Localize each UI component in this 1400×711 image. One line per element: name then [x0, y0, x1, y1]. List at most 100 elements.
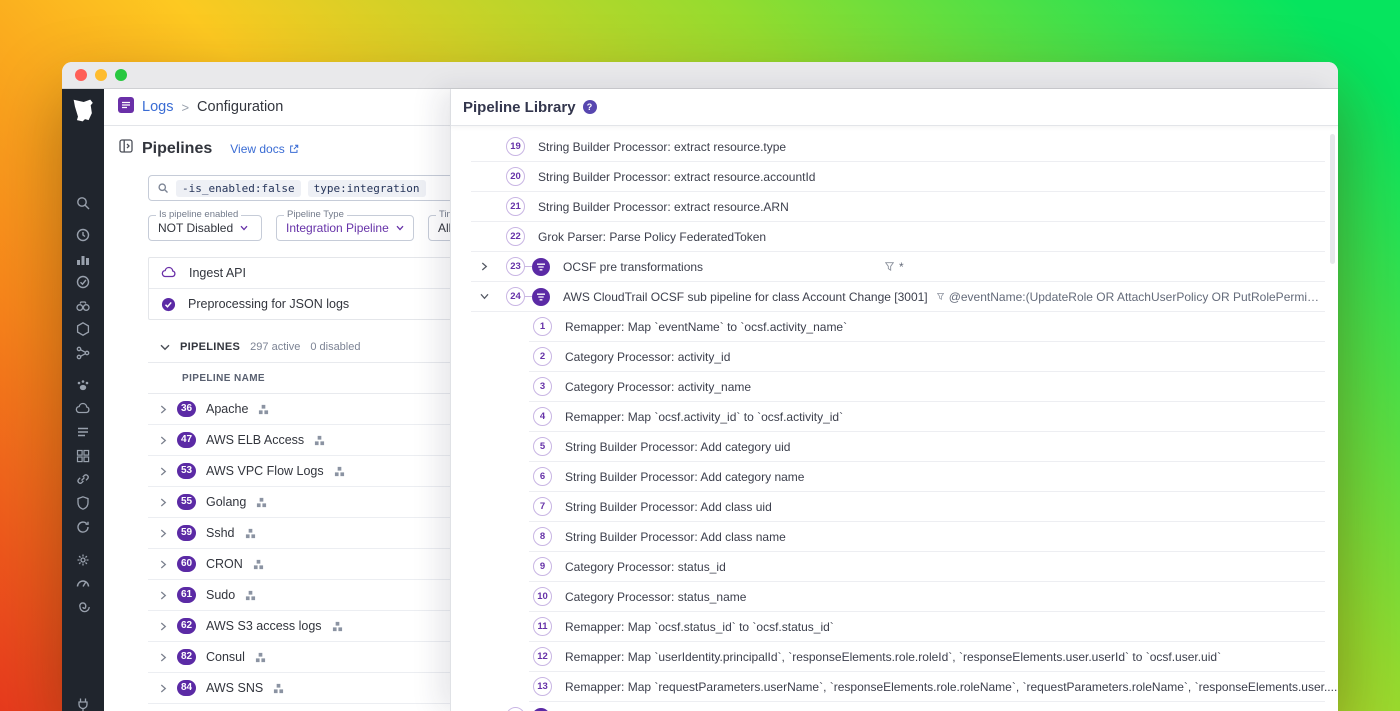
datadog-logo-icon[interactable] [69, 96, 97, 124]
pipeline-name[interactable]: AWS VPC Flow Logs [206, 464, 324, 478]
processor-label: Remapper: Map `eventName` to `ocsf.activ… [565, 320, 847, 334]
dashboards-icon[interactable] [75, 448, 91, 464]
processor-number-badge: 7 [533, 497, 552, 516]
pipeline-count-badge: 62 [177, 618, 196, 634]
cloud-icon [161, 265, 177, 281]
search-icon[interactable] [75, 195, 91, 211]
chevron-right-icon[interactable] [160, 653, 167, 662]
processor-row[interactable]: 19 String Builder Processor: extract res… [471, 132, 1325, 162]
zoom-window-button[interactable] [115, 69, 127, 81]
processor-label: Category Processor: status_name [565, 590, 746, 604]
chevron-right-icon[interactable] [160, 529, 167, 538]
cloud-icon[interactable] [75, 401, 91, 417]
pipeline-name[interactable]: Apache [206, 402, 248, 416]
watchdog-icon[interactable] [75, 298, 91, 314]
minimize-window-button[interactable] [95, 69, 107, 81]
plugin-icon[interactable] [75, 696, 91, 711]
chevron-right-icon[interactable] [160, 436, 167, 445]
search-token[interactable]: type:integration [308, 180, 426, 197]
integrations-icon[interactable] [75, 471, 91, 487]
app-sidebar [62, 89, 104, 711]
processor-row[interactable]: 12 Remapper: Map `userIdentity.principal… [529, 642, 1325, 672]
gauge-icon[interactable] [75, 575, 91, 591]
processor-label: Remapper: Map `requestParameters.userNam… [565, 680, 1337, 694]
list-item-label[interactable]: Preprocessing for JSON logs [188, 297, 349, 311]
panel-toggle-icon[interactable] [118, 138, 134, 159]
processor-number-badge: 9 [533, 557, 552, 576]
chevron-right-icon[interactable] [160, 684, 167, 693]
pipeline-name[interactable]: AWS S3 access logs [206, 619, 322, 633]
connector-line [525, 296, 532, 297]
pipeline-name[interactable]: Sshd [206, 526, 235, 540]
processor-row[interactable]: 5 String Builder Processor: Add category… [529, 432, 1325, 462]
processor-row[interactable]: 10 Category Processor: status_name [529, 582, 1325, 612]
is-pipeline-enabled-dropdown[interactable]: Is pipeline enabled NOT Disabled [148, 215, 262, 241]
settings-icon[interactable] [75, 552, 91, 568]
chevron-down-icon[interactable] [160, 344, 170, 351]
metrics-icon[interactable] [75, 251, 91, 267]
pipelines-icon[interactable] [75, 599, 91, 615]
subpipeline-label[interactable]: OCSF pre transformations [563, 260, 885, 274]
integration-icon [245, 528, 256, 539]
synthetics-icon[interactable] [75, 519, 91, 535]
pipeline-name[interactable]: AWS ELB Access [206, 433, 304, 447]
pipeline-type-dropdown[interactable]: Pipeline Type Integration Pipeline [276, 215, 414, 241]
external-link-icon [289, 144, 299, 154]
help-icon[interactable]: ? [583, 100, 597, 114]
processor-row[interactable]: 8 String Builder Processor: Add class na… [529, 522, 1325, 552]
chevron-down-icon [396, 225, 404, 231]
processor-row[interactable]: 6 String Builder Processor: Add category… [529, 462, 1325, 492]
paw-icon[interactable] [75, 377, 91, 393]
chevron-right-icon[interactable] [160, 622, 167, 631]
app-window: Logs > Configuration Pipelines View docs [62, 62, 1338, 711]
apm-icon[interactable] [75, 345, 91, 361]
view-docs-link[interactable]: View docs [230, 142, 298, 156]
breadcrumb-section[interactable]: Logs [142, 99, 173, 115]
close-window-button[interactable] [75, 69, 87, 81]
chevron-right-icon[interactable] [479, 262, 489, 272]
chevron-right-icon[interactable] [160, 591, 167, 600]
search-input[interactable]: -is_enabled:false type:integration [148, 175, 484, 201]
processor-row[interactable]: 20 String Builder Processor: extract res… [471, 162, 1325, 192]
processor-label: String Builder Processor: Add category n… [565, 470, 804, 484]
processor-row[interactable]: 13 Remapper: Map `requestParameters.user… [529, 672, 1325, 702]
view-docs-label[interactable]: View docs [230, 142, 284, 156]
security-icon[interactable] [75, 495, 91, 511]
subpipeline-label[interactable]: AWS CloudTrail OCSF sub pipeline for cla… [563, 290, 928, 304]
processor-row[interactable]: 1 Remapper: Map `eventName` to `ocsf.act… [529, 312, 1325, 342]
chevron-right-icon[interactable] [160, 560, 167, 569]
monitors-icon[interactable] [75, 274, 91, 290]
scrollbar-thumb[interactable] [1330, 134, 1335, 264]
pipeline-name[interactable]: CRON [206, 557, 243, 571]
subpipeline-row[interactable]: 24 AWS CloudTrail OCSF sub pipeline for … [471, 282, 1325, 312]
processor-row[interactable]: 4 Remapper: Map `ocsf.activity_id` to `o… [529, 402, 1325, 432]
pipeline-name[interactable]: AWS SNS [206, 681, 263, 695]
list-item-label[interactable]: Ingest API [189, 266, 246, 280]
search-token[interactable]: -is_enabled:false [176, 180, 301, 197]
dropdown-value[interactable]: Integration Pipeline [286, 221, 389, 235]
processor-label: Category Processor: status_id [565, 560, 726, 574]
pipeline-name[interactable]: Golang [206, 495, 246, 509]
processor-row[interactable]: 22 Grok Parser: Parse Policy FederatedTo… [471, 222, 1325, 252]
dropdown-value[interactable]: NOT Disabled [158, 221, 233, 235]
pipeline-count-badge: 55 [177, 494, 196, 510]
history-icon[interactable] [75, 227, 91, 243]
infrastructure-icon[interactable] [75, 321, 91, 337]
chevron-right-icon[interactable] [160, 405, 167, 414]
pipeline-name[interactable]: Consul [206, 650, 245, 664]
processor-row[interactable]: 11 Remapper: Map `ocsf.status_id` to `oc… [529, 612, 1325, 642]
processor-row[interactable]: 7 String Builder Processor: Add class ui… [529, 492, 1325, 522]
subpipeline-row[interactable]: 23 OCSF pre transformations * [471, 252, 1325, 282]
processor-row[interactable]: 3 Category Processor: activity_name [529, 372, 1325, 402]
chevron-down-icon[interactable] [479, 292, 489, 302]
window-titlebar[interactable] [62, 62, 1338, 89]
logs-icon[interactable] [75, 424, 91, 440]
chevron-right-icon[interactable] [160, 498, 167, 507]
processor-row[interactable]: 2 Category Processor: activity_id [529, 342, 1325, 372]
pipeline-name[interactable]: Sudo [206, 588, 235, 602]
processor-label: Remapper: Map `ocsf.status_id` to `ocsf.… [565, 620, 834, 634]
subpipeline-row-partial[interactable] [471, 702, 1325, 711]
processor-row[interactable]: 21 String Builder Processor: extract res… [471, 192, 1325, 222]
processor-row[interactable]: 9 Category Processor: status_id [529, 552, 1325, 582]
chevron-right-icon[interactable] [160, 467, 167, 476]
